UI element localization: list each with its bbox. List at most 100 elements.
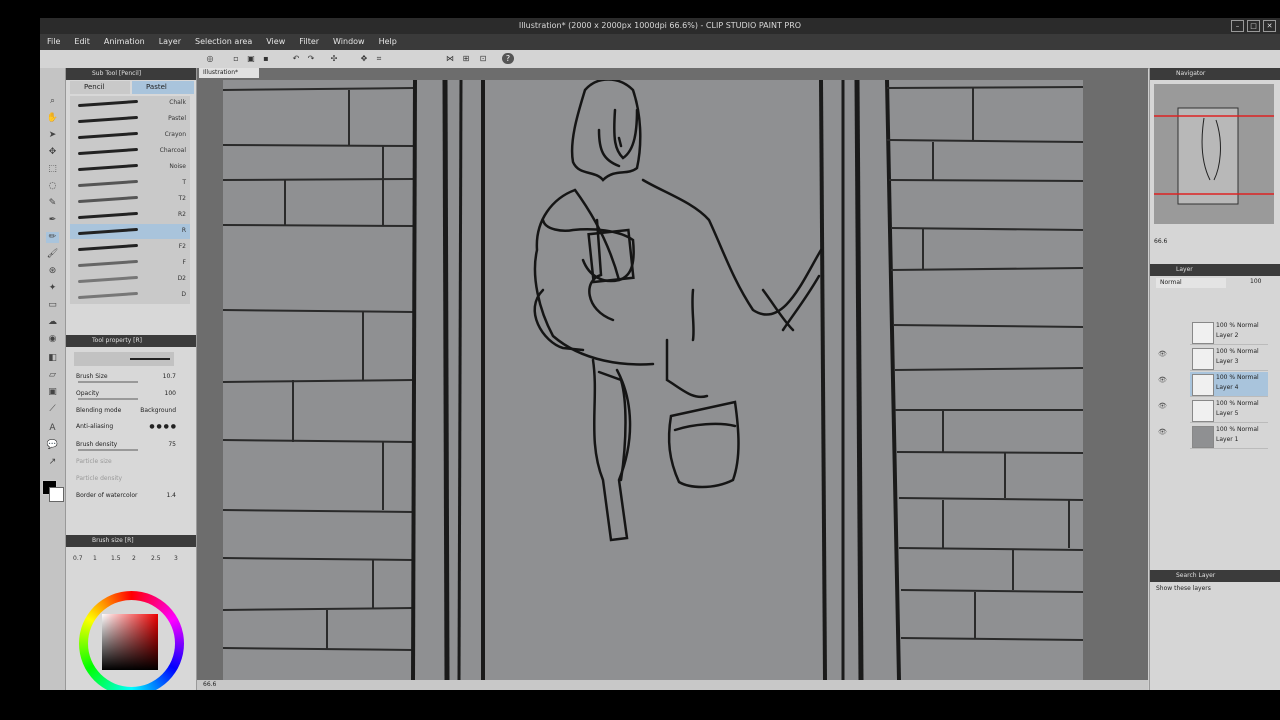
blending-row[interactable]: Blending mode Background bbox=[70, 404, 190, 418]
document-tab[interactable]: Illustration* bbox=[199, 68, 259, 78]
visibility-eye-icon[interactable]: 👁 bbox=[1158, 402, 1168, 412]
brush-item[interactable]: F bbox=[70, 256, 190, 271]
antialias-row[interactable]: Anti-aliasing ● ● ● ● bbox=[70, 420, 190, 434]
frame-icon[interactable]: ▣ bbox=[46, 387, 59, 398]
color-square[interactable] bbox=[102, 614, 158, 670]
figure-icon[interactable]: ▱ bbox=[46, 370, 59, 381]
tab-pastel[interactable]: Pastel bbox=[132, 81, 194, 94]
brush-item[interactable]: F2 bbox=[70, 240, 190, 255]
clear-icon[interactable]: ✣ bbox=[328, 53, 340, 64]
brush-item[interactable]: R2 bbox=[70, 208, 190, 223]
lasso-icon[interactable]: ◌ bbox=[46, 181, 59, 192]
brush-item[interactable]: Charcoal bbox=[70, 144, 190, 159]
menu-file[interactable]: File bbox=[40, 34, 67, 50]
title-bar: Illustration* (2000 x 2000px 1000dpi 66.… bbox=[40, 18, 1280, 34]
brush-item[interactable]: Noise bbox=[70, 160, 190, 175]
pencil-icon[interactable]: ✏ bbox=[46, 232, 59, 243]
pen-icon[interactable]: ✒ bbox=[46, 215, 59, 226]
zoom-icon[interactable]: ⌕ bbox=[46, 96, 59, 107]
tab-pencil[interactable]: Pencil bbox=[70, 81, 130, 94]
balloon-icon[interactable]: 💬 bbox=[46, 440, 59, 451]
layer-opacity[interactable]: 100 bbox=[1250, 278, 1261, 285]
eyedropper-icon[interactable]: ✎ bbox=[46, 198, 59, 209]
brush-item[interactable]: T2 bbox=[70, 192, 190, 207]
menu-layer[interactable]: Layer bbox=[152, 34, 188, 50]
color-swatches[interactable] bbox=[40, 478, 64, 506]
ruler-snap-icon[interactable]: ⊞ bbox=[460, 53, 472, 64]
menu-bar: File Edit Animation Layer Selection area… bbox=[40, 34, 1280, 50]
airbrush-icon[interactable]: ⊛ bbox=[46, 266, 59, 277]
brush-item-selected[interactable]: R bbox=[70, 224, 190, 239]
menu-edit[interactable]: Edit bbox=[67, 34, 97, 50]
particle-size-row[interactable]: Particle size bbox=[70, 455, 190, 469]
new-icon[interactable]: ▫ bbox=[230, 53, 242, 64]
blend-mode-select[interactable]: Normal bbox=[1156, 278, 1226, 288]
brush-item[interactable]: D2 bbox=[70, 272, 190, 287]
correct-line-icon[interactable]: ↗ bbox=[46, 457, 59, 468]
gradient-icon[interactable]: ◧ bbox=[46, 353, 59, 364]
maximize-button[interactable]: □ bbox=[1247, 20, 1260, 32]
visibility-eye-icon[interactable]: 👁 bbox=[1158, 428, 1168, 438]
ruler-icon[interactable]: ⟋ bbox=[46, 404, 59, 415]
brush-item[interactable]: D bbox=[70, 288, 190, 303]
menu-help[interactable]: Help bbox=[372, 34, 404, 50]
crop-icon[interactable]: ⌗ bbox=[373, 53, 385, 64]
menu-view[interactable]: View bbox=[259, 34, 292, 50]
color-wheel[interactable] bbox=[79, 591, 184, 690]
clip-studio-icon[interactable]: ◎ bbox=[204, 53, 216, 64]
layer-row-selected[interactable]: 100 % Normal Layer 4 bbox=[1190, 372, 1268, 397]
redo-icon[interactable]: ↷ bbox=[305, 53, 317, 64]
save-icon[interactable]: ▪ bbox=[260, 53, 272, 64]
command-bar: ◎ ▫ ▣ ▪ ↶ ↷ ✣ ✥ ⌗ ⋈ ⊞ ⊡ ? bbox=[40, 50, 1280, 69]
layer-row[interactable]: 100 % Normal Layer 3 bbox=[1190, 346, 1268, 371]
selection-icon[interactable]: ⬚ bbox=[46, 164, 59, 175]
undo-icon[interactable]: ↶ bbox=[290, 53, 302, 64]
minimize-button[interactable]: – bbox=[1231, 20, 1244, 32]
menu-selection-area[interactable]: Selection area bbox=[188, 34, 259, 50]
brush-item[interactable]: Crayon bbox=[70, 128, 190, 143]
visibility-eye-icon[interactable]: 👁 bbox=[1158, 350, 1168, 360]
special-ruler-icon[interactable]: ⊡ bbox=[477, 53, 489, 64]
fill-icon[interactable]: ◉ bbox=[46, 334, 59, 345]
text-icon[interactable]: A bbox=[46, 423, 59, 434]
eraser-icon[interactable]: ▭ bbox=[46, 300, 59, 311]
menu-animation[interactable]: Animation bbox=[97, 34, 152, 50]
show-layers-option[interactable]: Show these layers bbox=[1156, 585, 1211, 592]
navigator-preview[interactable] bbox=[1154, 84, 1274, 224]
density-row[interactable]: Brush density 75 bbox=[70, 438, 190, 452]
blend-icon[interactable]: ☁ bbox=[46, 317, 59, 328]
help-icon[interactable]: ? bbox=[502, 53, 514, 64]
left-panel: Sub Tool [Pencil] Pencil Pastel Chalk Pa… bbox=[66, 68, 197, 690]
layer-row[interactable]: 100 % Normal Layer 1 bbox=[1190, 424, 1268, 449]
tool-palette: ⌕ ✋ ➤ ✥ ⬚ ◌ ✎ ✒ ✏ 🖌 ⊛ ✦ ▭ ☁ ◉ ◧ ▱ ▣ ⟋ A … bbox=[40, 68, 66, 690]
brush-size-row[interactable]: Brush Size 10.7 bbox=[70, 370, 190, 384]
snap-icon[interactable]: ⋈ bbox=[444, 53, 456, 64]
open-icon[interactable]: ▣ bbox=[245, 53, 257, 64]
sketch-artwork bbox=[223, 80, 1083, 680]
opacity-row[interactable]: Opacity 100 bbox=[70, 387, 190, 401]
brush-size-presets[interactable]: 0.7 1 1.5 2 2.5 3 bbox=[70, 549, 192, 571]
menu-filter[interactable]: Filter bbox=[292, 34, 326, 50]
move-layer-icon[interactable]: ✥ bbox=[46, 147, 59, 158]
brush-item[interactable]: T bbox=[70, 176, 190, 191]
close-button[interactable]: ✕ bbox=[1263, 20, 1276, 32]
brush-item[interactable]: Chalk bbox=[70, 96, 190, 111]
app-window: Illustration* (2000 x 2000px 1000dpi 66.… bbox=[40, 18, 1280, 690]
visibility-eye-icon[interactable]: 👁 bbox=[1158, 376, 1168, 386]
navigator-zoom[interactable]: 66.6 bbox=[1154, 238, 1167, 245]
move-icon[interactable]: ✋ bbox=[46, 113, 59, 124]
canvas-status-bar: 66.6 bbox=[197, 680, 1148, 690]
layer-row[interactable]: 100 % Normal Layer 5 bbox=[1190, 398, 1268, 423]
drawing-canvas[interactable] bbox=[223, 80, 1083, 680]
particle-density-row[interactable]: Particle density bbox=[70, 472, 190, 486]
brush-icon[interactable]: 🖌 bbox=[46, 249, 59, 260]
brush-item[interactable]: Pastel bbox=[70, 112, 190, 127]
decoration-icon[interactable]: ✦ bbox=[46, 283, 59, 294]
transform-icon[interactable]: ✥ bbox=[358, 53, 370, 64]
canvas-area[interactable]: Illustration* 66.6 bbox=[197, 68, 1148, 690]
search-layer-header: Search Layer bbox=[1150, 570, 1280, 582]
operation-icon[interactable]: ➤ bbox=[46, 130, 59, 141]
watercolor-row[interactable]: Border of watercolor 1.4 bbox=[70, 489, 190, 503]
menu-window[interactable]: Window bbox=[326, 34, 372, 50]
layer-row[interactable]: 100 % Normal Layer 2 bbox=[1190, 320, 1268, 345]
